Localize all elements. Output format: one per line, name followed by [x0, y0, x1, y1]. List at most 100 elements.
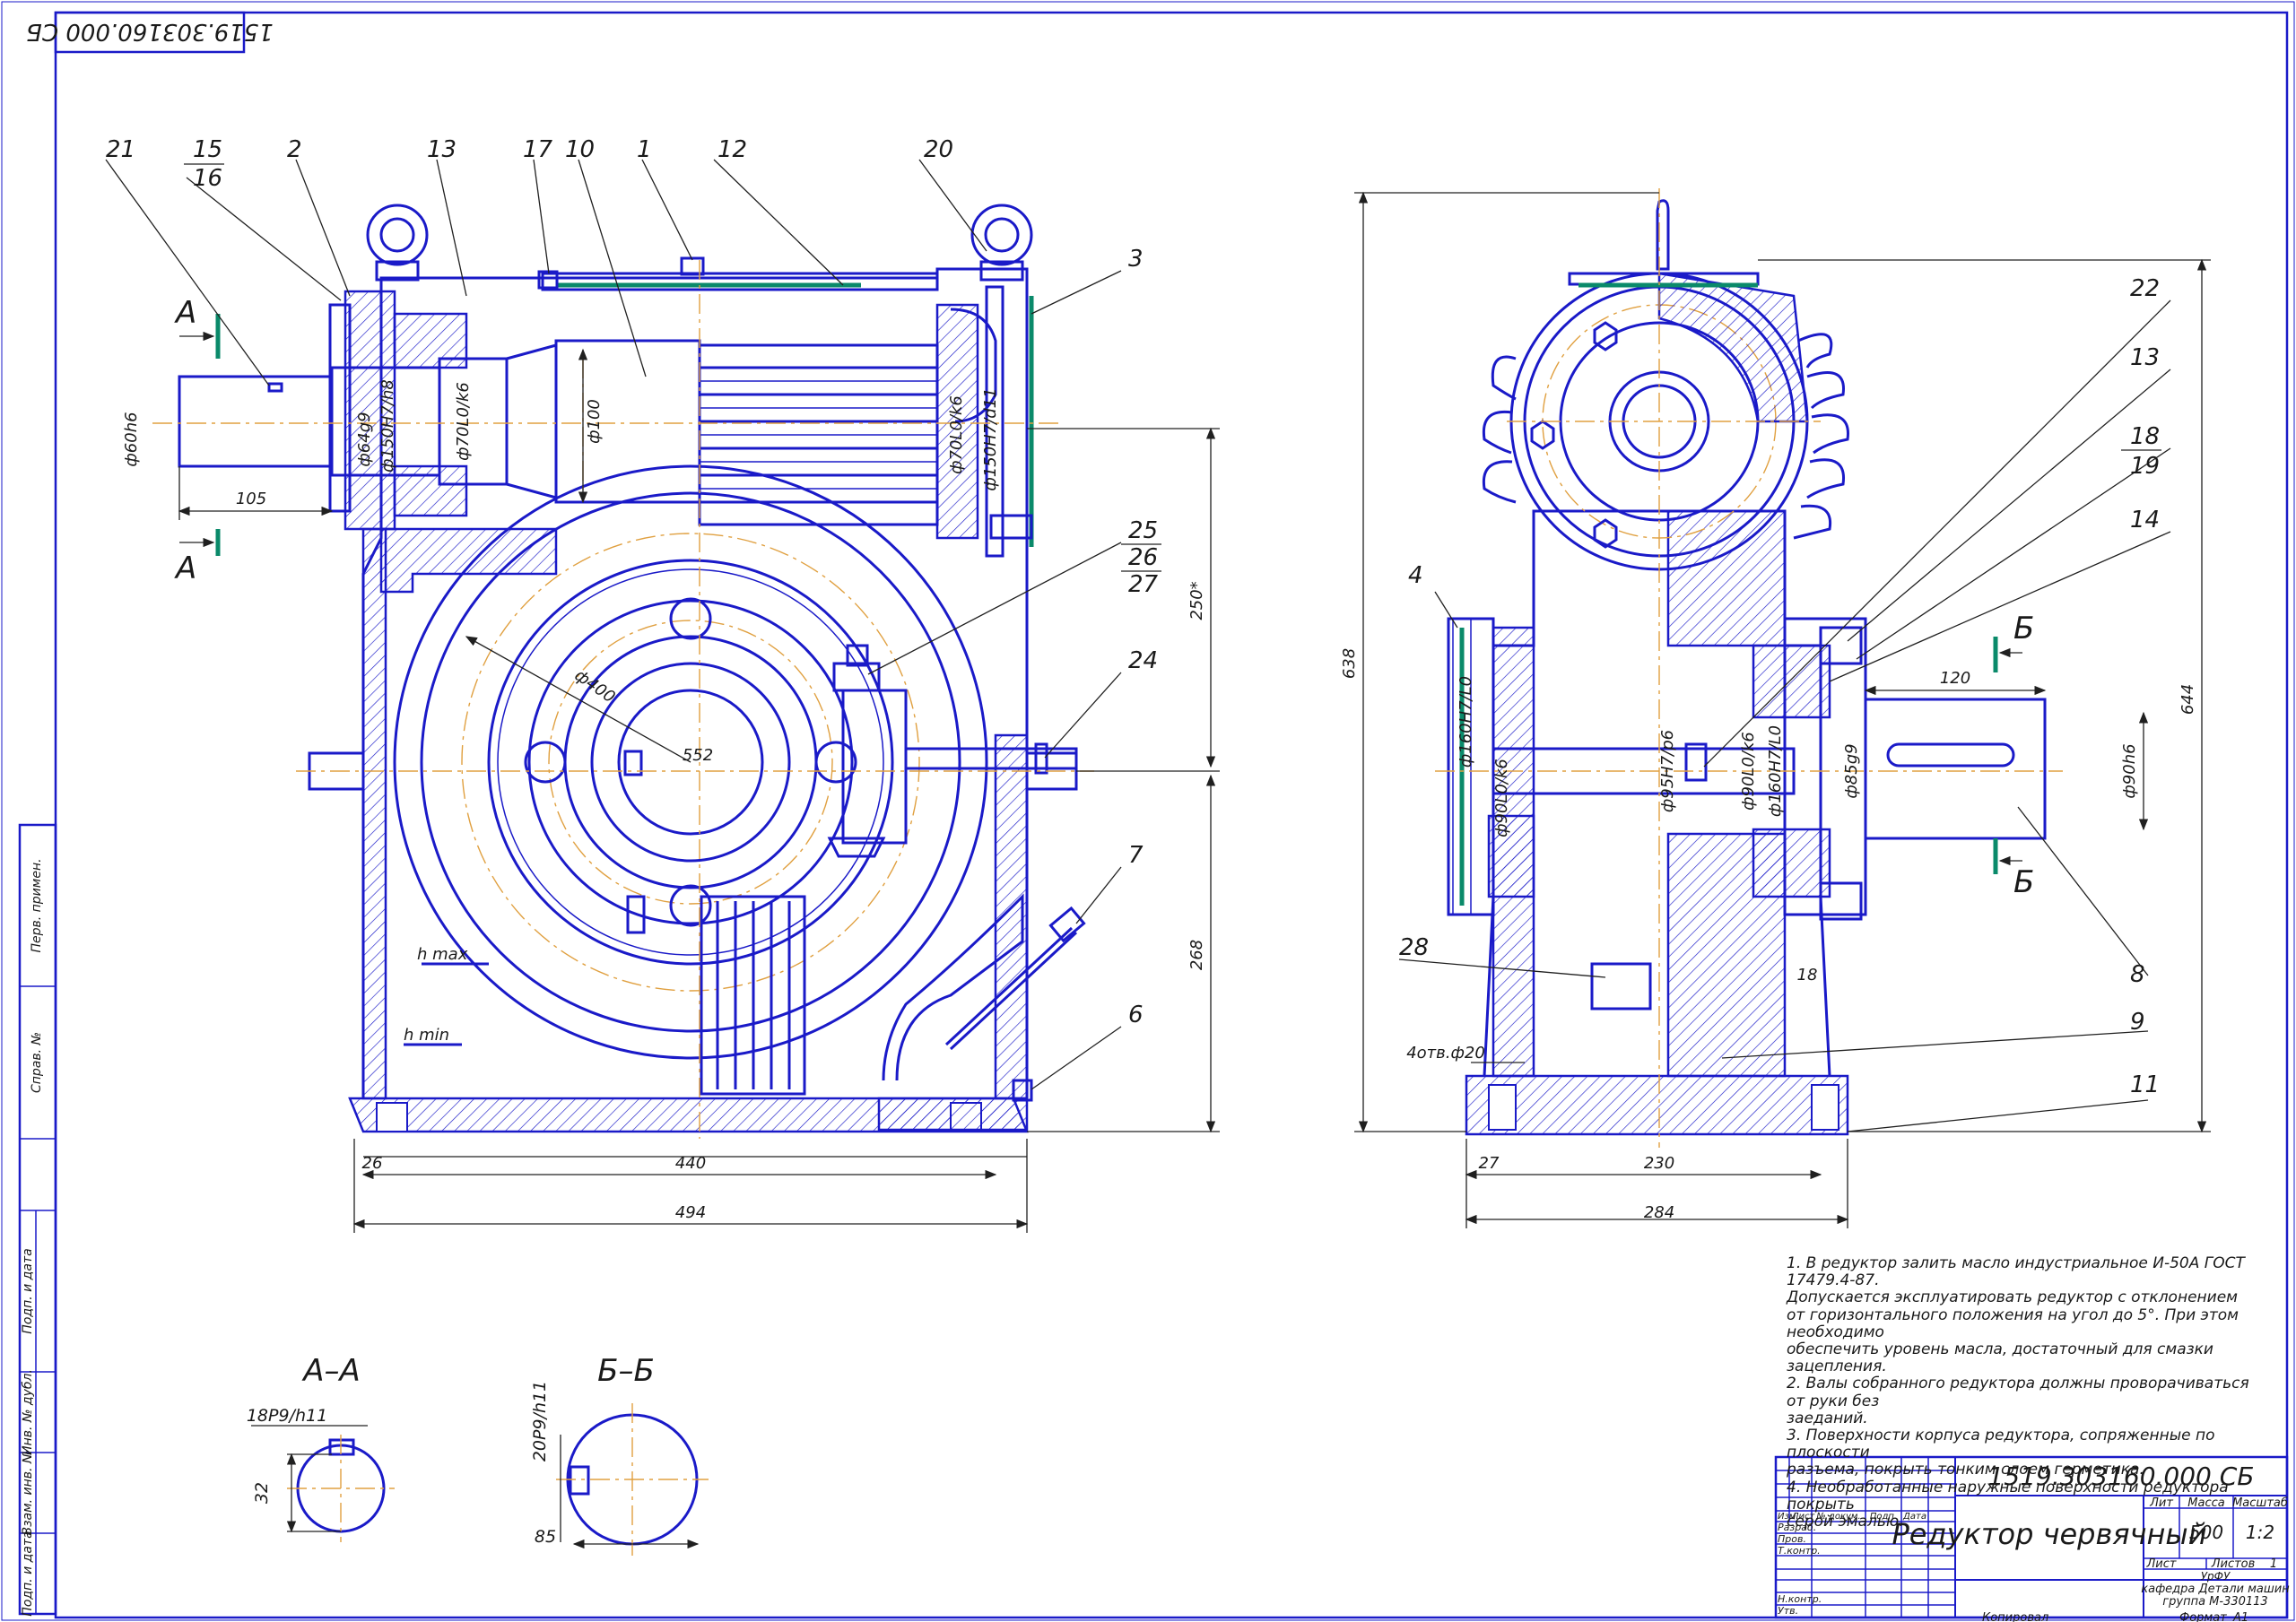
note-line: серой эмалью. [1787, 1513, 1904, 1531]
side-stamp-4: Взам. инв. № [21, 1450, 35, 1535]
dim-400: ф400 [571, 666, 619, 707]
dim-90L0k6-b: ф90L0/k6 [1492, 759, 1511, 837]
side-stamp-2: Подп. и дата [21, 1248, 35, 1333]
dim-160H7L0-a: ф160H7/L0 [1766, 725, 1785, 817]
pos-14: 14 [2130, 507, 2160, 533]
note-line: 1. В редуктор залить масло индустриально… [1787, 1254, 2245, 1290]
note-line: 3. Поверхности корпуса редуктора, сопряж… [1787, 1427, 2215, 1462]
section-b-bottom: Б [2013, 864, 2034, 900]
dim-284: 284 [1644, 1203, 1674, 1222]
pos-20: 20 [924, 136, 953, 163]
pos-24: 24 [1128, 647, 1158, 674]
pos-2: 2 [287, 136, 302, 163]
dim-70L0k6-b: ф70L0/k6 [947, 395, 966, 474]
section-bb: Б–Б 20P9/h11 85 [530, 1353, 709, 1556]
tb-org3: группа М-330113 [2162, 1595, 2267, 1609]
note-line: разъема, покрыть тонким слоем герметика. [1787, 1461, 2144, 1479]
dim-70L0k6-a: ф70L0/k6 [454, 382, 473, 461]
pos-4: 4 [1408, 562, 1423, 589]
section-bb-title: Б–Б [597, 1353, 655, 1389]
pos-10: 10 [565, 136, 595, 163]
side-stamp: Перв. примен. Справ. № Подп. и дата Инв.… [18, 823, 57, 1617]
tb-role-2: Т.контр. [1778, 1545, 1821, 1557]
tb-sheets-value: 1 [2270, 1557, 2277, 1571]
pos-28: 28 [1399, 934, 1429, 961]
note-line: 2. Валы собранного редуктора должны пров… [1787, 1375, 2249, 1410]
dimension-lines [178, 191, 2211, 1233]
dim-4holes: 4отв.ф20 [1406, 1044, 1485, 1063]
tb-role-4: Н.контр. [1778, 1593, 1822, 1605]
tb-copied: Копировал [1982, 1611, 2048, 1622]
dim-100: ф100 [585, 399, 604, 444]
pos-9: 9 [2130, 1009, 2145, 1036]
section-bb-key: 20P9/h11 [530, 1381, 550, 1462]
side-view [1435, 188, 2063, 1148]
tb-sheet: Лист [2146, 1557, 2177, 1571]
pos-13b: 13 [2130, 344, 2160, 371]
dim-230: 230 [1644, 1154, 1674, 1173]
dim-64g9: ф64g9 [355, 412, 374, 466]
tb-org2: кафедра Детали машин [2141, 1583, 2290, 1596]
dim-150H7h8: ф150H7/h8 [378, 379, 397, 473]
pos-22: 22 [2130, 275, 2160, 302]
designation-stamp-text: 1519.303160.000 СБ [26, 18, 274, 45]
side-stamp-1: Справ. № [30, 1032, 44, 1093]
pos-16: 16 [193, 165, 222, 192]
note-line: от горизонтального положения на угол до … [1787, 1305, 2239, 1341]
section-b-top: Б [2013, 611, 2034, 646]
section-aa: А–А 18P9/h11 32 [247, 1353, 395, 1542]
pos-3: 3 [1128, 246, 1144, 273]
dim-268: 268 [1187, 940, 1206, 970]
dim-644: 644 [2179, 684, 2197, 715]
front-view [152, 204, 1094, 1139]
h-max: h max [417, 945, 468, 964]
dim-105: 105 [236, 490, 266, 508]
note-line: Допускается эксплуатировать редуктор с о… [1787, 1288, 2238, 1307]
section-a-bottom: А [174, 551, 196, 586]
pos-15: 15 [193, 136, 222, 163]
ribs [700, 895, 806, 1096]
section-aa-depth: 32 [252, 1482, 272, 1504]
tb-format-label: Формат [2179, 1611, 2227, 1622]
side-stamp-3: Инв. № дубл. [21, 1369, 35, 1455]
note-line: 4. Необработанные наружные поверхности р… [1787, 1478, 2229, 1514]
dim-120: 120 [1940, 669, 1970, 688]
section-a-top: А [174, 295, 196, 331]
designation-stamp: 1519.303160.000 СБ [26, 11, 274, 54]
tb-org1: УрФУ [2201, 1570, 2231, 1583]
dim-90L0k6-a: ф90L0/k6 [1739, 732, 1758, 811]
dim-552: 552 [683, 746, 713, 765]
dim-440: 440 [675, 1154, 706, 1173]
pos-19: 19 [2130, 453, 2160, 480]
tb-role-1: Пров. [1778, 1533, 1806, 1545]
pos-25: 25 [1128, 517, 1158, 544]
pos-11: 11 [2130, 1071, 2160, 1098]
pos-7: 7 [1128, 842, 1144, 869]
technical-notes: 1. В редуктор залить масло индустриально… [1787, 1254, 2271, 1531]
dim-18: 18 [1797, 966, 1818, 984]
side-stamp-0: Перв. примен. [30, 858, 44, 952]
section-bb-depth: 85 [535, 1527, 556, 1547]
note-line: заеданий. [1787, 1409, 1868, 1427]
dim-494: 494 [675, 1203, 706, 1222]
pos-12: 12 [718, 136, 747, 163]
pos-6: 6 [1128, 1002, 1144, 1028]
note-line: обеспечить уровень масла, достаточный дл… [1787, 1340, 2213, 1376]
dim-90h6: ф90h6 [2120, 743, 2139, 798]
pos-13a: 13 [427, 136, 457, 163]
dim-250: 250* [1187, 581, 1206, 620]
dim-27: 27 [1479, 1154, 1500, 1173]
section-aa-title: А–А [301, 1353, 361, 1389]
tb-role-5: Утв. [1778, 1605, 1798, 1617]
dim-26: 26 [362, 1154, 383, 1173]
pos-1: 1 [637, 136, 652, 163]
dim-150H7d11: ф150H7/d11 [981, 387, 1000, 490]
section-aa-key: 18P9/h11 [247, 1406, 327, 1426]
pos-18: 18 [2130, 423, 2160, 450]
pos-17: 17 [523, 136, 553, 163]
tb-sheets: Листов [2211, 1557, 2256, 1571]
pos-27: 27 [1128, 571, 1159, 598]
pos-26: 26 [1128, 544, 1158, 571]
dim-60h6: ф60h6 [122, 412, 141, 466]
dim-85g9: ф85g9 [1842, 743, 1861, 798]
